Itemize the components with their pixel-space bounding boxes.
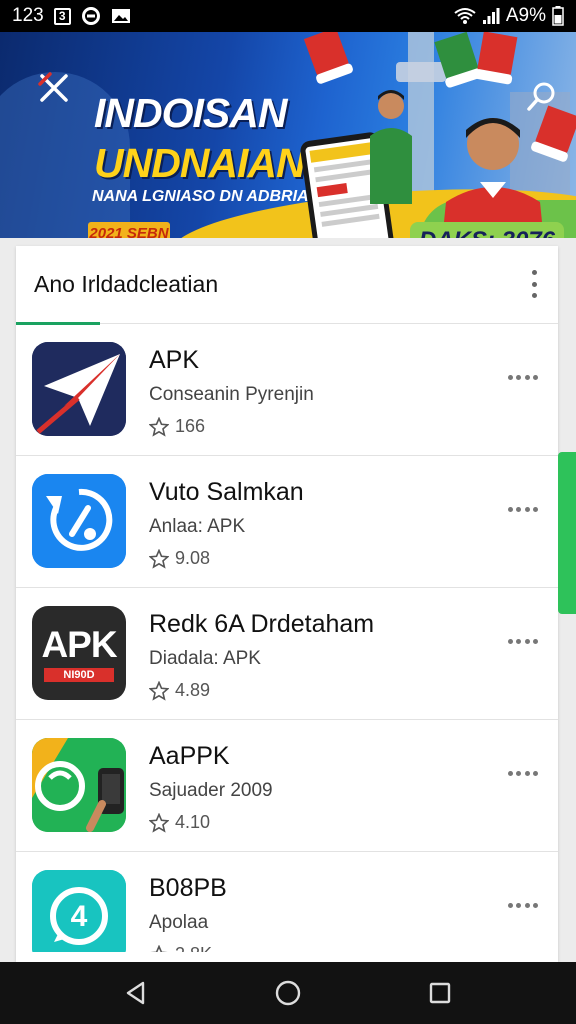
- more-options-icon[interactable]: [508, 372, 538, 382]
- star-icon: [149, 548, 169, 569]
- app-rating: 2.8K: [149, 944, 212, 952]
- app-subtitle: Conseanin Pyrenjin: [149, 384, 314, 405]
- banner-price-badge[interactable]: DAKS: 3076: [410, 222, 564, 238]
- apk-logo-icon: APK NI90D: [32, 606, 126, 700]
- promo-banner[interactable]: INDOISAN UNDNAIAN NANA LGNIASO DN ADBRIA…: [0, 32, 576, 238]
- battery-icon: [552, 6, 564, 26]
- paper-plane-icon: [32, 342, 126, 436]
- list-item[interactable]: AaPPK Sajuader 2009 4.10: [16, 720, 558, 852]
- star-icon: [149, 416, 169, 437]
- list-item[interactable]: 4 B08PB Apolaa 2.8K: [16, 852, 558, 952]
- back-icon[interactable]: [116, 973, 156, 1013]
- more-options-icon[interactable]: [508, 504, 538, 514]
- notification-box-icon: 3: [53, 7, 71, 25]
- festive-cap-graphic: [476, 32, 518, 79]
- more-options-icon[interactable]: [508, 768, 538, 778]
- app-subtitle: Apolaa: [149, 912, 209, 933]
- app-rating: 9.08: [149, 548, 210, 569]
- close-icon[interactable]: [36, 70, 72, 106]
- more-options-icon[interactable]: [508, 900, 538, 910]
- more-options-icon[interactable]: [508, 636, 538, 646]
- app-subtitle: Diadala: APK: [149, 648, 261, 669]
- rating-value: 2.8K: [175, 944, 212, 952]
- app-subtitle: Anlaa: APK: [149, 516, 246, 537]
- rating-value: 166: [175, 416, 206, 436]
- list-item[interactable]: APK NI90D Redk 6A Drdetaham Diadala: APK…: [16, 588, 558, 720]
- app-subtitle: Sajuader 2009: [149, 780, 273, 801]
- battery-text: A9%: [505, 5, 546, 26]
- side-scroll-handle[interactable]: [558, 452, 576, 614]
- gallery-icon: [111, 7, 131, 25]
- rating-value: 4.89: [175, 680, 211, 700]
- list-item[interactable]: APK Conseanin Pyrenjin 166: [16, 324, 558, 456]
- status-time: 123: [12, 5, 44, 26]
- wifi-icon: [454, 7, 476, 25]
- app-name: Vuto Salmkan: [149, 478, 304, 506]
- star-icon: [149, 812, 169, 833]
- apk-logo-subtext: NI90D: [44, 668, 114, 682]
- app-list-panel: Ano Irldadcleatian APK Conseanin Pyrenji…: [16, 246, 558, 962]
- panel-title: Ano Irldadcleatian: [34, 271, 219, 297]
- status-bar: 123 3 A9%: [0, 0, 576, 32]
- banner-title-line1: INDOISAN: [94, 90, 287, 136]
- panel-menu-icon[interactable]: [524, 268, 544, 300]
- whatsapp-4-icon: 4: [32, 870, 126, 952]
- app-rating: 4.89: [149, 680, 210, 701]
- system-nav-bar: [0, 962, 576, 1024]
- banner-date-badge: 2021 SEBN: [88, 222, 170, 238]
- rating-value: 9.08: [175, 548, 211, 568]
- rating-value: 4.10: [175, 812, 211, 832]
- sync-icon: [81, 6, 101, 26]
- list-item[interactable]: Vuto Salmkan Anlaa: APK 9.08: [16, 456, 558, 588]
- star-icon: [149, 680, 169, 701]
- star-icon: [149, 944, 169, 952]
- banner-title-line2: UNDNAIAN: [94, 140, 306, 186]
- banner-subtitle: NANA LGNIASO DN ADBRIANI: [92, 188, 325, 205]
- home-icon[interactable]: [268, 973, 308, 1013]
- app-rating: 166: [149, 416, 205, 437]
- app-name: APK: [149, 346, 200, 374]
- panel-header: Ano Irldadcleatian: [16, 246, 558, 325]
- whatsapp-4-number: 4: [70, 900, 88, 933]
- monument-top-graphic: [396, 62, 446, 82]
- phone-chat-icon: [32, 738, 126, 832]
- app-name: Redk 6A Drdetaham: [149, 610, 375, 638]
- app-rating: 4.10: [149, 812, 210, 833]
- person-right-graphic: [438, 102, 548, 238]
- apk-logo-text: APK: [41, 624, 117, 665]
- recents-icon[interactable]: [420, 973, 460, 1013]
- app-name: B08PB: [149, 874, 227, 902]
- app-name: AaPPK: [149, 742, 230, 770]
- signal-icon: [482, 7, 500, 25]
- person-left-graphic: [368, 84, 414, 204]
- search-icon[interactable]: [524, 80, 558, 114]
- chat-refresh-icon: [32, 474, 126, 568]
- festive-cap-graphic: [303, 32, 351, 79]
